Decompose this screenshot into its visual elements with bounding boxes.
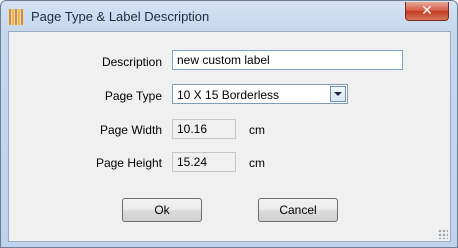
title-bar[interactable]: Page Type & Label Description ✕	[1, 1, 457, 31]
dialog-window: Page Type & Label Description ✕ Descript…	[0, 0, 458, 248]
page-height-unit: cm	[249, 156, 265, 170]
cancel-button[interactable]: Cancel	[258, 198, 338, 222]
dialog-body: Description Page Type 10 X 15 Borderless…	[8, 31, 451, 242]
page-width-label: Page Width	[99, 123, 162, 137]
resize-grip-icon[interactable]	[438, 229, 448, 239]
chevron-down-icon[interactable]	[330, 86, 346, 102]
ok-button[interactable]: Ok	[122, 198, 202, 222]
page-height-field	[172, 152, 236, 172]
page-height-label: Page Height	[95, 156, 162, 170]
app-icon	[9, 9, 25, 25]
close-button[interactable]: ✕	[405, 2, 449, 21]
page-width-field	[172, 119, 236, 139]
description-input[interactable]	[172, 50, 403, 70]
page-type-label: Page Type	[104, 89, 162, 103]
page-type-value: 10 X 15 Borderless	[177, 88, 280, 102]
description-label: Description	[101, 55, 162, 69]
page-width-unit: cm	[249, 123, 265, 137]
page-type-select[interactable]: 10 X 15 Borderless	[172, 84, 348, 104]
window-title: Page Type & Label Description	[31, 9, 210, 24]
